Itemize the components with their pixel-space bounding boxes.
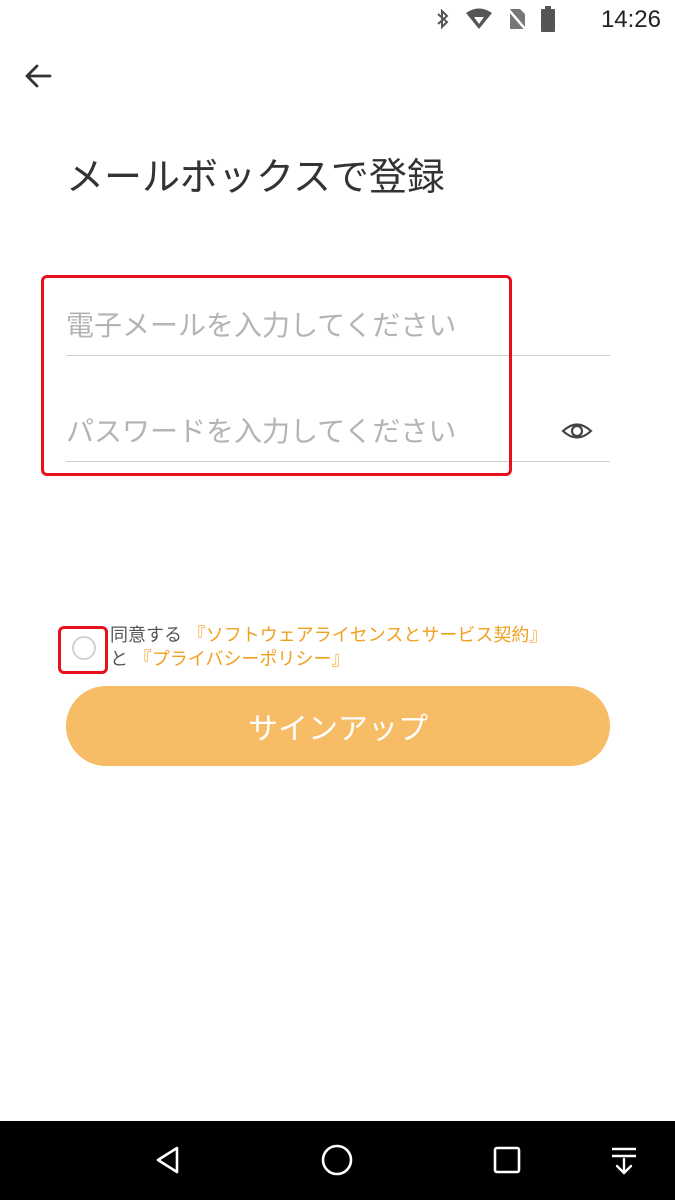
home-circle-icon <box>321 1144 353 1176</box>
nav-recents-button[interactable] <box>487 1140 527 1180</box>
password-field-container <box>66 402 610 462</box>
no-sim-icon <box>507 7 527 35</box>
arrow-left-icon <box>25 64 52 88</box>
status-bar: 14:26 <box>0 0 675 42</box>
page-title: メールボックスで登録 <box>66 155 445 199</box>
terms-link[interactable]: 『ソフトウェアライセンスとサービス契約』 <box>188 625 548 646</box>
password-input[interactable] <box>66 402 546 460</box>
wifi-icon <box>465 7 493 35</box>
back-button[interactable] <box>18 56 58 96</box>
status-icons <box>435 6 555 36</box>
signup-button[interactable]: サインアップ <box>66 686 610 766</box>
recents-square-icon <box>493 1146 521 1174</box>
agree-radio[interactable] <box>72 636 96 660</box>
email-field-container <box>66 296 610 356</box>
nav-bar <box>0 1121 675 1200</box>
notification-down-icon <box>612 1147 636 1175</box>
back-triangle-icon <box>156 1146 179 1174</box>
eye-icon[interactable] <box>560 414 594 448</box>
battery-icon <box>541 6 555 36</box>
nav-home-button[interactable] <box>317 1140 357 1180</box>
signup-label: サインアップ <box>248 712 428 747</box>
agreement-text: 同意する 『ソフトウェアライセンスとサービス契約』 と 『プライバシーポリシー』 <box>110 624 547 672</box>
agree-conjunction: と <box>110 649 128 670</box>
email-input[interactable] <box>66 296 546 354</box>
agree-prefix: 同意する <box>110 625 182 646</box>
nav-notification-button[interactable] <box>604 1140 644 1180</box>
privacy-policy-link[interactable]: 『プライバシーポリシー』 <box>134 649 350 670</box>
nav-back-button[interactable] <box>148 1140 188 1180</box>
status-time: 14:26 <box>600 6 661 33</box>
bluetooth-icon <box>435 7 451 35</box>
